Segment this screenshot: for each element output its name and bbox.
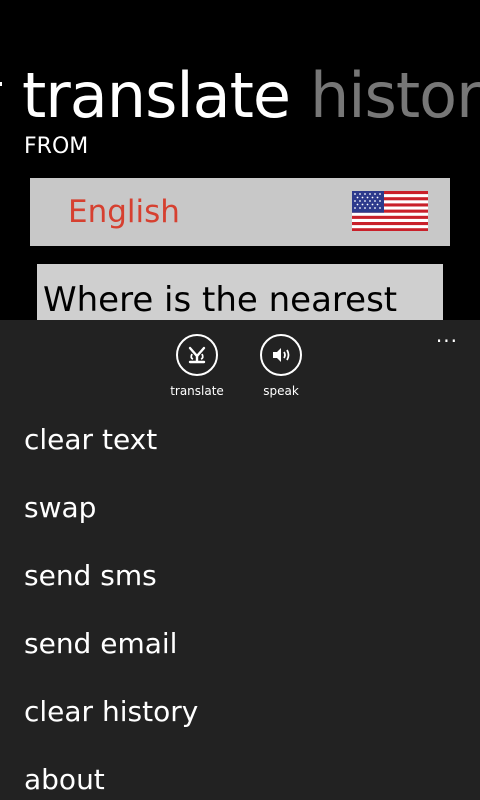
menu-item-swap[interactable]: swap (0, 476, 480, 544)
appbar-ellipsis-button[interactable]: ... (436, 325, 458, 345)
menu-item-about[interactable]: about (0, 748, 480, 800)
source-language-name: English (68, 194, 180, 230)
menu-item-send-sms[interactable]: send sms (0, 544, 480, 612)
source-language-selector[interactable]: English (30, 178, 450, 246)
menu-item-clear-text[interactable]: clear text (0, 408, 480, 476)
source-text-value: Where is the nearest (43, 280, 398, 320)
screen: translate history FROM English Where is (0, 0, 480, 800)
appbar-menu: clear text swap send sms send email clea… (0, 408, 480, 800)
pivot-header: translate history (0, 58, 480, 138)
menu-item-send-email[interactable]: send email (0, 612, 480, 680)
pivot-item-translate[interactable]: translate (22, 58, 291, 134)
translate-icon (176, 334, 218, 376)
speaker-icon (260, 334, 302, 376)
menu-item-clear-history[interactable]: clear history (0, 680, 480, 748)
speak-button[interactable]: speak (246, 334, 316, 398)
translate-button[interactable]: translate (162, 334, 232, 398)
us-flag-icon (352, 191, 428, 231)
previous-pivot-edge[interactable] (0, 82, 2, 86)
from-label: FROM (24, 134, 89, 159)
application-bar: ... translate speak clear text swap send… (0, 320, 480, 800)
translate-button-label: translate (170, 384, 224, 398)
speak-button-label: speak (263, 384, 299, 398)
pivot-item-history[interactable]: history (310, 58, 480, 134)
